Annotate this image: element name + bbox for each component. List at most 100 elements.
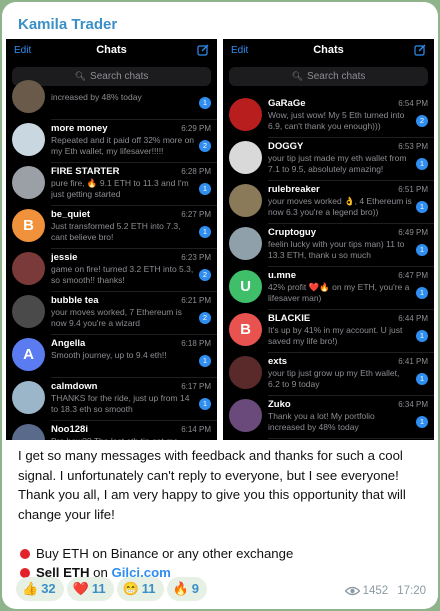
post-paragraph: I get so many messages with feedback and… [18, 448, 406, 522]
avatar: B [12, 209, 45, 242]
chat-preview: Smooth journey, up to 9.4 eth!! [51, 350, 167, 360]
chat-name: rulebreaker [268, 184, 320, 195]
avatar [229, 356, 262, 389]
unread-badge: 2 [199, 269, 211, 281]
chat-preview: your tip just grow up my Eth wallet, 6.2… [268, 368, 400, 389]
avatar [12, 123, 45, 156]
chat-name: DOGGY [268, 141, 304, 152]
unread-badge: 1 [199, 183, 211, 195]
chats-header: Edit Chats [223, 39, 434, 65]
search-placeholder: Search chats [307, 71, 366, 82]
chat-name: GaRaGe [268, 98, 306, 109]
chat-name: Zuko [268, 399, 291, 410]
chat-name: Angella [51, 338, 86, 349]
avatar [229, 98, 262, 131]
chat-preview: feelin lucky with your tips man) 11 to 1… [268, 239, 405, 260]
chat-preview: It's up by 41% in my account. U just sav… [268, 325, 403, 346]
reaction-pill[interactable]: 🔥 9 [166, 577, 207, 601]
chat-preview: Wow, just wow! My 5 Eth turned into 6.9,… [268, 110, 405, 131]
message-bubble: Kamila Trader Edit Chats 🔍︎ Search chats … [2, 2, 438, 609]
sender-name[interactable]: Kamila Trader [18, 16, 117, 33]
unread-badge: 1 [416, 330, 428, 342]
chat-time: 6:18 PM [181, 339, 211, 348]
avatar: A [12, 338, 45, 371]
chat-preview: increased by 48% today [51, 92, 142, 102]
chat-time: 6:14 PM [181, 425, 211, 434]
unread-badge: 2 [416, 115, 428, 127]
chat-row: B BLACKIE 6:44 PM It's up by 41% in my acco… [223, 310, 434, 353]
search-icon: 🔍︎ [291, 71, 304, 81]
chat-row: Cruptoguy 6:49 PM feelin lucky with your t… [223, 224, 434, 267]
unread-badge: 1 [416, 287, 428, 299]
chat-row: more money 6:29 PM Repeated and it paid of… [6, 120, 217, 163]
bullet-buy-text: Buy ETH on Binance or any other exchange [36, 545, 294, 561]
reactions-bar: 👍 32 ❤️ 11 😁 11 🔥 9 [16, 577, 210, 601]
compose-icon [197, 44, 209, 56]
chat-row: A Angella 6:18 PM Smooth journey, up to 9.4… [6, 335, 217, 378]
unread-badge: 1 [416, 373, 428, 385]
row-divider [268, 438, 434, 439]
avatar: U [229, 270, 262, 303]
avatar [12, 252, 45, 285]
chat-row: GaRaGe 6:54 PM Wow, just wow! My 5 Eth tur… [223, 95, 434, 138]
view-count: 1452 [362, 585, 389, 597]
chat-row: rulebreaker 6:51 PM your moves worked 👌, 4… [223, 181, 434, 224]
chat-row: bubble tea 6:21 PM your moves worked, 7 Et… [6, 292, 217, 335]
chat-row: calmdown 6:17 PM THANKS for the ride, just… [6, 378, 217, 421]
chat-time: 6:28 PM [181, 167, 211, 176]
chat-preview: Bro how?? The last eth tip got me [51, 436, 196, 440]
reaction-pill[interactable]: ❤️ 11 [66, 577, 114, 601]
unread-badge: 1 [199, 355, 211, 367]
chat-preview: your moves worked 👌, 4 Ethereum is now 6… [268, 196, 412, 217]
screenshot-collage[interactable]: Edit Chats 🔍︎ Search chats increased by 4… [6, 39, 434, 440]
reaction-pill[interactable]: 👍 32 [16, 577, 64, 601]
avatar [12, 381, 45, 414]
unread-badge: 1 [199, 97, 211, 109]
avatar [229, 227, 262, 260]
chat-time: 6:51 PM [398, 185, 428, 194]
chats-header: Edit Chats [6, 39, 217, 65]
reaction-pill[interactable]: 😁 11 [116, 577, 164, 601]
unread-badge: 2 [199, 312, 211, 324]
reaction-count: 11 [91, 581, 106, 596]
left-chat-screenshot: Edit Chats 🔍︎ Search chats increased by 4… [6, 39, 217, 440]
chat-name: exts [268, 356, 288, 367]
chat-name: more money [51, 123, 108, 134]
chat-preview: Thank you a lot! My portfolio increased … [268, 411, 375, 432]
unread-badge: 1 [416, 158, 428, 170]
chat-list: GaRaGe 6:54 PM Wow, just wow! My 5 Eth tur… [223, 91, 434, 440]
chat-preview: Just transformed 5.2 ETH into 7.3, cant … [51, 221, 181, 242]
chat-name: Cruptoguy [268, 227, 317, 238]
chat-name: u.mne [268, 270, 296, 281]
avatar [12, 424, 45, 440]
reaction-emoji-icon: 😁 [122, 581, 139, 596]
reaction-emoji-icon: ❤️ [72, 581, 89, 596]
chat-name: Noo128i [51, 424, 88, 435]
compose-icon [414, 44, 426, 56]
chat-row: DOGGY 6:53 PM your tip just made my eth wa… [223, 138, 434, 181]
reaction-emoji-icon: 👍 [22, 581, 39, 596]
chat-row: Noo128i 6:14 PM Bro how?? The last eth tip… [6, 421, 217, 440]
chat-time: 6:29 PM [181, 124, 211, 133]
chat-row: jessie 6:23 PM game on fire! turned 3.2 ET… [6, 249, 217, 292]
unread-badge: 1 [199, 398, 211, 410]
reaction-count: 32 [41, 581, 56, 596]
chat-time: 6:34 PM [398, 400, 428, 409]
chat-row: Zuko 6:34 PM Thank you a lot! My portfolio… [223, 396, 434, 439]
chat-name: bubble tea [51, 295, 99, 306]
message-meta: 1452 17:20 [344, 585, 426, 597]
reaction-count: 9 [191, 581, 199, 596]
unread-badge: 1 [199, 226, 211, 238]
unread-badge: 1 [416, 201, 428, 213]
chat-preview: game on fire! turned 3.2 ETH into 5.3, s… [51, 264, 194, 285]
reaction-count: 11 [141, 581, 156, 596]
chat-time: 6:54 PM [398, 99, 428, 108]
chat-time: 6:21 PM [181, 296, 211, 305]
avatar [12, 80, 45, 113]
chat-row: increased by 48% today 1 [6, 77, 217, 120]
avatar [12, 295, 45, 328]
chat-time: 6:17 PM [181, 382, 211, 391]
chat-row: Uu.mne 6:47 PM 42% profit ❤️🔥 on my ETH, y… [223, 267, 434, 310]
avatar [229, 184, 262, 217]
chat-time: 6:53 PM [398, 142, 428, 151]
